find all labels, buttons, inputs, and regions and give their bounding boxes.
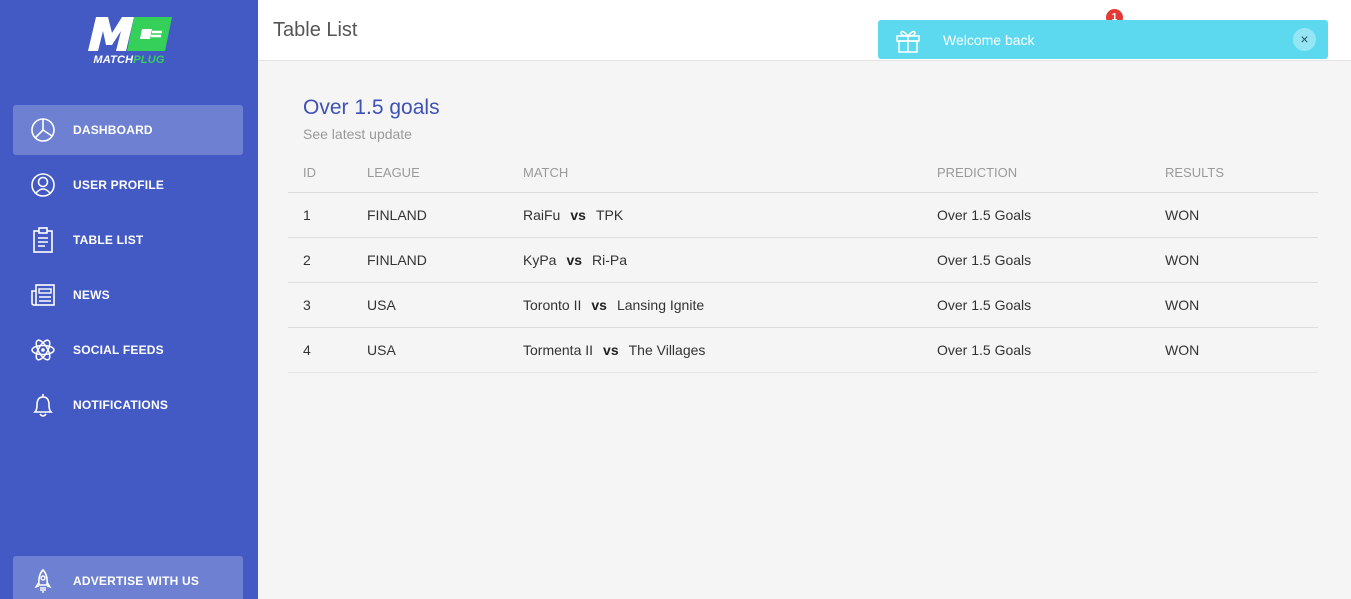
cell-result: WON bbox=[1150, 237, 1318, 283]
matchplug-logo[interactable]: MATCHPLUG bbox=[82, 13, 176, 69]
cell-result: WON bbox=[1150, 192, 1318, 238]
cell-prediction: Over 1.5 Goals bbox=[922, 192, 1150, 238]
gift-icon bbox=[894, 26, 922, 54]
vs-label: vs bbox=[566, 251, 583, 268]
away-team: Lansing Ignite bbox=[616, 296, 705, 313]
cell-match: RaiFu vs TPK bbox=[508, 192, 922, 238]
atom-icon bbox=[28, 335, 58, 365]
user-circle-icon bbox=[28, 170, 58, 200]
sidebar-item-user-profile[interactable]: USER PROFILE bbox=[13, 160, 243, 210]
vs-label: vs bbox=[570, 206, 586, 223]
column-header-match[interactable]: MATCH bbox=[508, 162, 922, 193]
toast-message: Welcome back bbox=[943, 32, 1035, 48]
cell-id: 4 bbox=[288, 327, 352, 373]
home-team: KyPa bbox=[523, 251, 557, 268]
sidebar: MATCHPLUG DASHBOARD USER PROFILE TABLE L… bbox=[0, 0, 258, 599]
vs-label: vs bbox=[603, 341, 619, 358]
advertise-button[interactable]: ADVERTISE WITH US bbox=[13, 556, 243, 599]
predictions-table: ID LEAGUE MATCH PREDICTION RESULTS 1 FIN… bbox=[288, 162, 1318, 373]
logo-wordmark: MATCHPLUG bbox=[93, 54, 165, 66]
cell-league: FINLAND bbox=[352, 192, 508, 238]
sidebar-item-label: TABLE LIST bbox=[73, 233, 144, 247]
away-team: TPK bbox=[595, 206, 624, 223]
away-team: Ri-Pa bbox=[592, 251, 628, 268]
cell-match: Tormenta II vs The Villages bbox=[508, 327, 922, 373]
sidebar-item-social-feeds[interactable]: SOCIAL FEEDS bbox=[13, 325, 243, 375]
sidebar-item-notifications[interactable]: NOTIFICATIONS bbox=[13, 380, 243, 430]
table-row[interactable]: 1 FINLAND RaiFu vs TPK Over 1.5 Goals WON bbox=[288, 192, 1318, 238]
sidebar-item-dashboard[interactable]: DASHBOARD bbox=[13, 105, 243, 155]
logo-icon bbox=[88, 17, 172, 51]
main-content: Over 1.5 goals See latest update ID LEAG… bbox=[288, 96, 1318, 373]
cell-league: FINLAND bbox=[352, 237, 508, 283]
newspaper-icon bbox=[28, 280, 58, 310]
column-header-results[interactable]: RESULTS bbox=[1150, 162, 1318, 193]
sidebar-item-label: DASHBOARD bbox=[73, 123, 153, 137]
sidebar-item-label: NOTIFICATIONS bbox=[73, 398, 169, 412]
bell-icon bbox=[28, 390, 58, 420]
sidebar-item-table-list[interactable]: TABLE LIST bbox=[13, 215, 243, 265]
advertise-label: ADVERTISE WITH US bbox=[73, 574, 200, 588]
sidebar-item-label: USER PROFILE bbox=[73, 178, 165, 192]
away-team: The Villages bbox=[628, 341, 706, 358]
cell-league: USA bbox=[352, 282, 508, 328]
toast-close-button[interactable]: × bbox=[1293, 28, 1316, 51]
home-team: Tormenta II bbox=[523, 341, 594, 358]
sidebar-nav: DASHBOARD USER PROFILE TABLE LIST NEWS S… bbox=[13, 105, 243, 435]
card-subtitle: See latest update bbox=[303, 126, 412, 142]
cell-id: 2 bbox=[288, 237, 352, 283]
column-header-prediction[interactable]: PREDICTION bbox=[922, 162, 1150, 193]
cell-prediction: Over 1.5 Goals bbox=[922, 237, 1150, 283]
sidebar-item-label: NEWS bbox=[73, 288, 110, 302]
welcome-toast: Welcome back × bbox=[878, 20, 1328, 59]
sidebar-item-news[interactable]: NEWS bbox=[13, 270, 243, 320]
cell-league: USA bbox=[352, 327, 508, 373]
home-team: Toronto II bbox=[523, 296, 582, 313]
pie-chart-icon bbox=[28, 115, 58, 145]
vs-label: vs bbox=[591, 296, 607, 313]
cell-result: WON bbox=[1150, 282, 1318, 328]
table-row[interactable]: 2 FINLAND KyPa vs Ri-Pa Over 1.5 Goals WON bbox=[288, 237, 1318, 283]
sidebar-item-label: SOCIAL FEEDS bbox=[73, 343, 164, 357]
card-title: Over 1.5 goals bbox=[303, 96, 440, 119]
column-header-id[interactable]: ID bbox=[288, 162, 352, 193]
cell-prediction: Over 1.5 Goals bbox=[922, 282, 1150, 328]
cell-result: WON bbox=[1150, 327, 1318, 373]
rocket-icon bbox=[28, 566, 58, 596]
cell-prediction: Over 1.5 Goals bbox=[922, 327, 1150, 373]
clipboard-icon bbox=[28, 225, 58, 255]
home-team: RaiFu bbox=[523, 206, 561, 223]
column-header-league[interactable]: LEAGUE bbox=[352, 162, 508, 193]
cell-match: KyPa vs Ri-Pa bbox=[508, 237, 922, 283]
cell-match: Toronto II vs Lansing Ignite bbox=[508, 282, 922, 328]
cell-id: 3 bbox=[288, 282, 352, 328]
cell-id: 1 bbox=[288, 192, 352, 238]
page-title: Table List bbox=[273, 19, 358, 41]
table-row[interactable]: 3 USA Toronto II vs Lansing Ignite Over 1.… bbox=[288, 282, 1318, 328]
table-header-row: ID LEAGUE MATCH PREDICTION RESULTS bbox=[288, 162, 1318, 193]
table-row[interactable]: 4 USA Tormenta II vs The Villages Over 1.5… bbox=[288, 327, 1318, 373]
